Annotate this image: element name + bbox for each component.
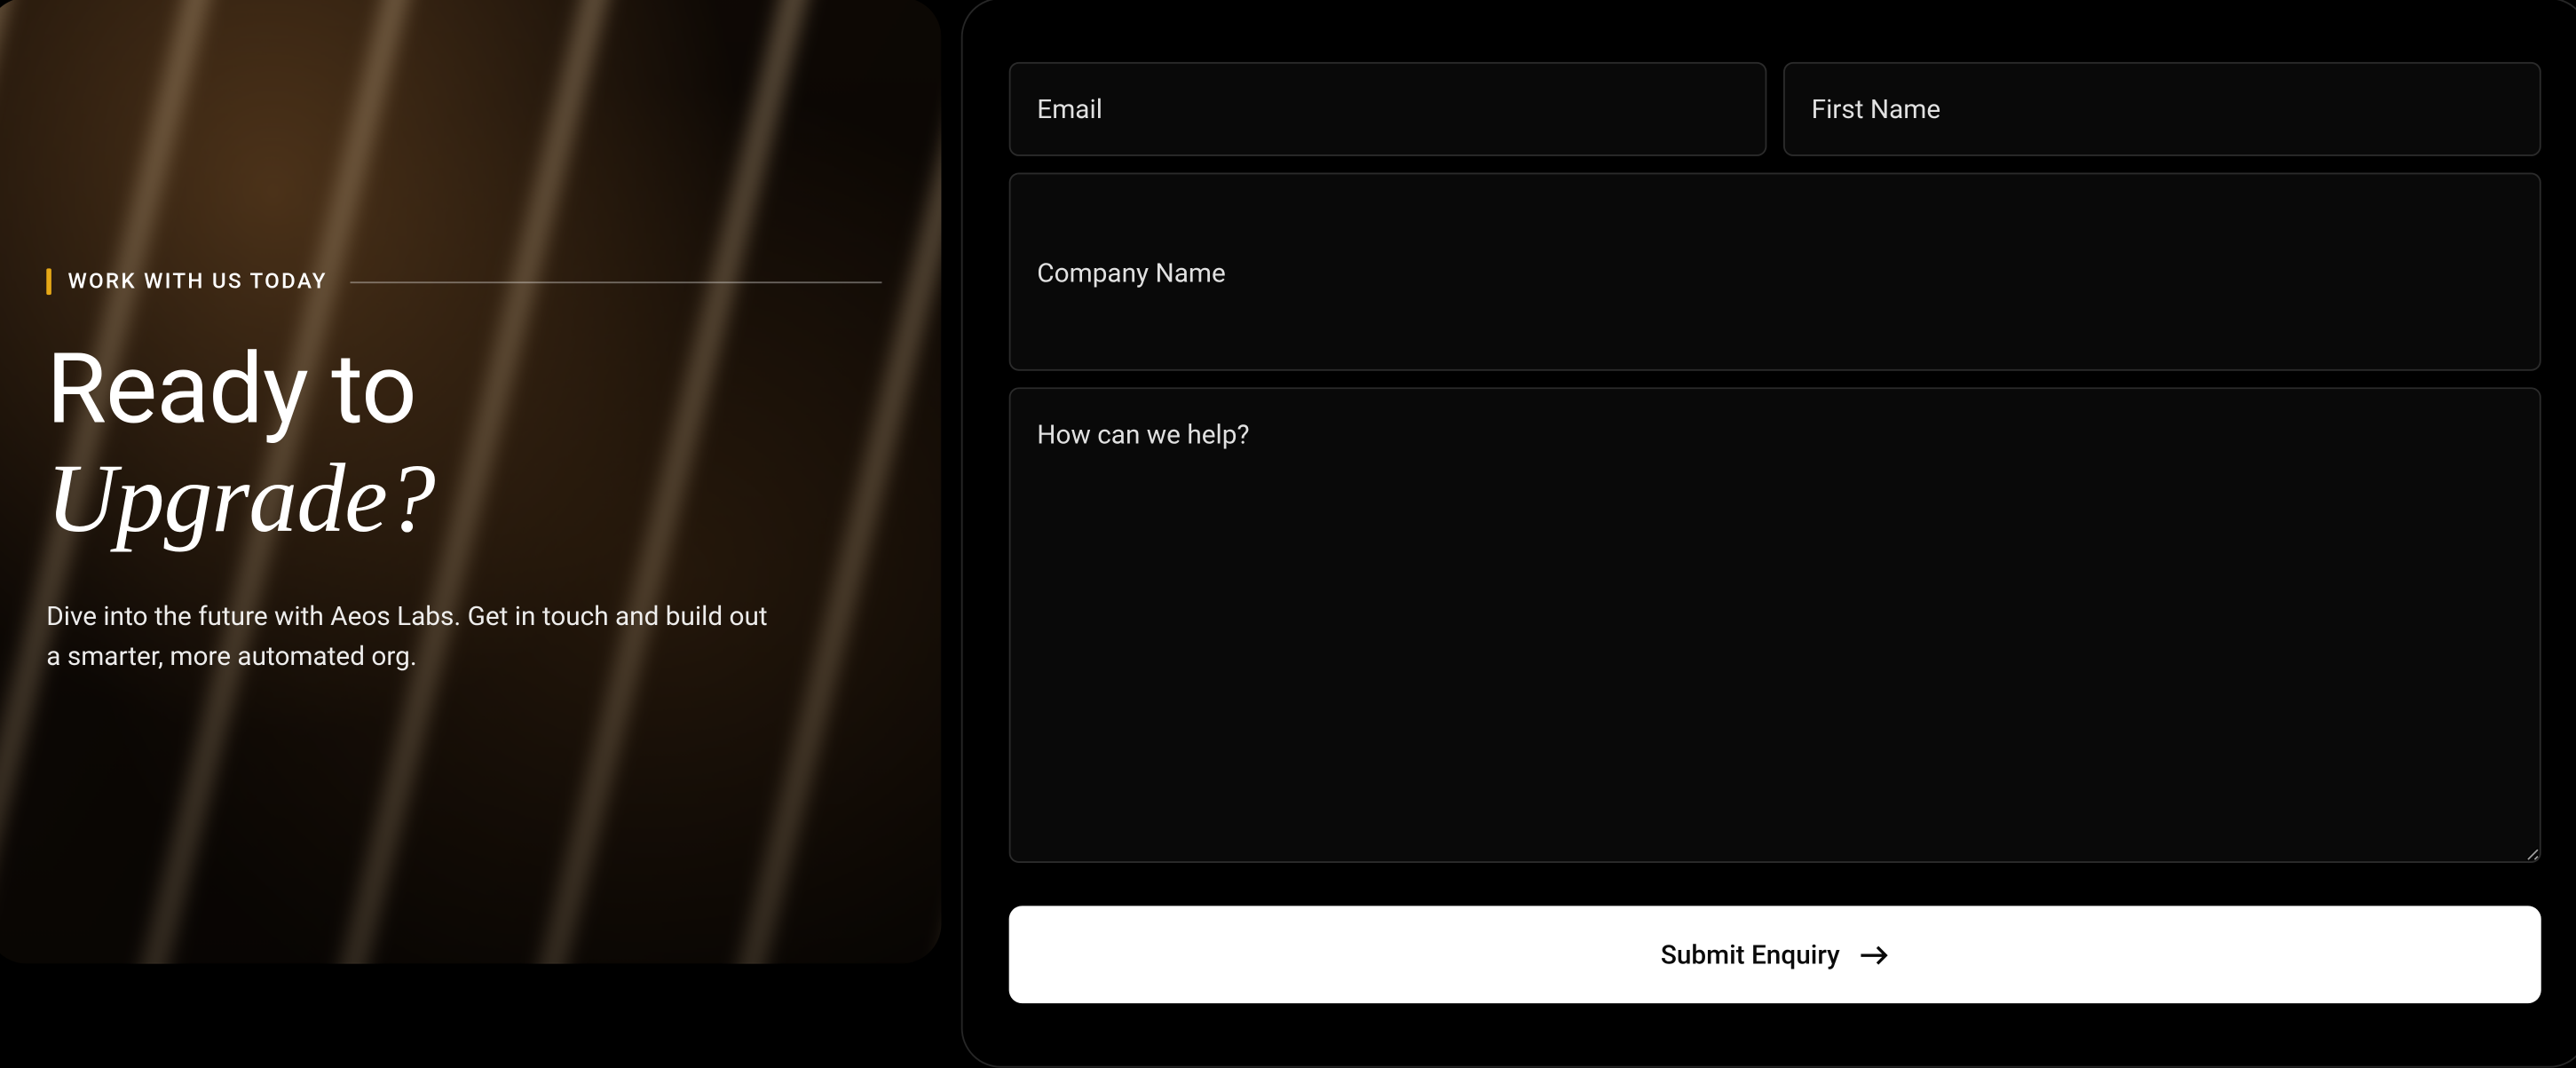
hero-panel: WORK WITH US TODAY Ready to Upgrade? Div… [0, 0, 941, 963]
page-heading: Ready to Upgrade? [46, 338, 881, 552]
heading-line-1: Ready to [46, 333, 416, 447]
message-field[interactable] [1009, 387, 2541, 863]
page-description: Dive into the future with Aeos Labs. Get… [46, 597, 772, 674]
submit-button-label: Submit Enquiry [1661, 939, 1840, 970]
first-name-field[interactable] [1783, 62, 2541, 156]
heading-line-2: Upgrade? [46, 447, 881, 552]
arrow-right-icon [1860, 945, 1889, 964]
eyebrow-text: WORK WITH US TODAY [67, 269, 327, 294]
eyebrow-row: WORK WITH US TODAY [46, 268, 881, 295]
company-name-field[interactable] [1009, 173, 2541, 371]
contact-form-panel: Submit Enquiry [961, 0, 2576, 1068]
eyebrow-divider [351, 281, 882, 282]
submit-enquiry-button[interactable]: Submit Enquiry [1009, 906, 2541, 1003]
eyebrow-accent-bar [46, 268, 51, 295]
email-field[interactable] [1009, 62, 1767, 156]
